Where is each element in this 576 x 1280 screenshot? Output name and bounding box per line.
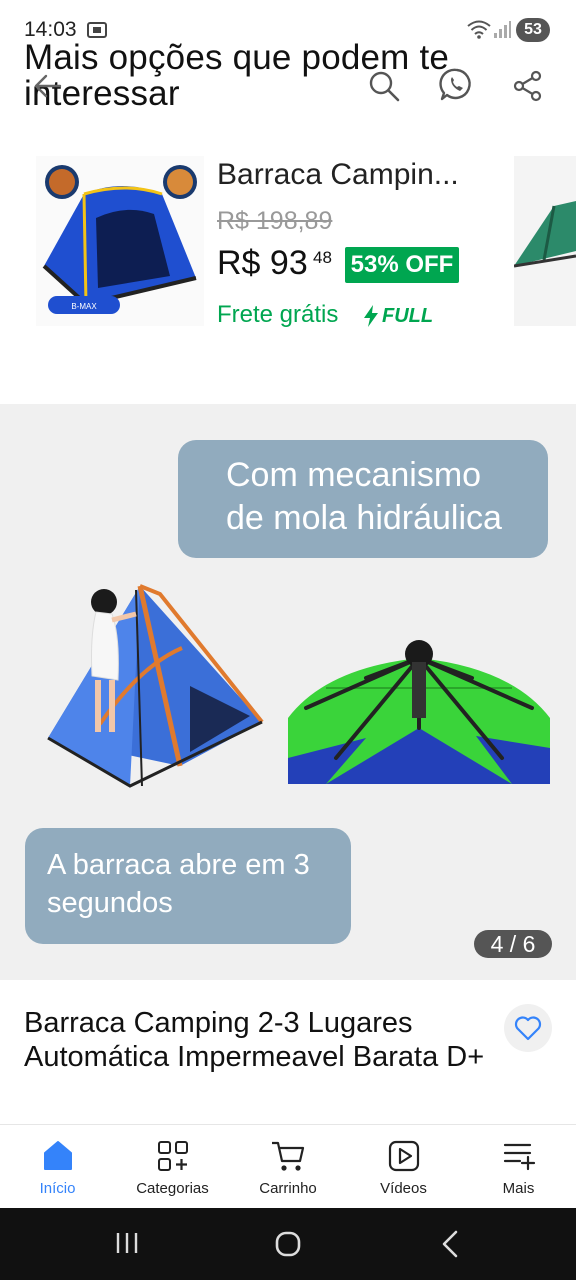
nav-label-carrinho: Carrinho: [259, 1180, 317, 1197]
image-counter: 4 / 6: [474, 930, 552, 958]
full-label: FULL: [382, 304, 434, 327]
product-image-gallery[interactable]: Com mecanismo de mola hidráulica A barra…: [0, 404, 576, 980]
tent-product-image: B-MAX: [36, 156, 204, 326]
original-price: R$ 198,89: [217, 207, 333, 235]
full-badge: FULL: [362, 301, 433, 331]
product-title: Barraca Camping 2-3 Lugares Automática I…: [24, 1007, 485, 1073]
nav-label-categorias: Categorias: [136, 1180, 209, 1197]
system-back-icon[interactable]: [438, 1229, 462, 1259]
hydraulic-mechanism-image: [288, 640, 550, 784]
bottom-navigation: Início Categorias Carrinho Vídeos Mais: [0, 1124, 576, 1208]
home-icon: [43, 1141, 72, 1170]
back-arrow-icon[interactable]: [30, 68, 66, 104]
caption-mechanism-line2: de mola hidráulica: [226, 499, 502, 537]
home-button-icon[interactable]: [274, 1230, 302, 1258]
nav-item-carrinho[interactable]: Carrinho: [230, 1125, 346, 1209]
signal-icon: [494, 21, 511, 38]
menu-plus-icon: [503, 1143, 535, 1171]
nav-item-videos[interactable]: Vídeos: [346, 1125, 461, 1209]
whatsapp-share-icon[interactable]: [438, 66, 476, 104]
brand-logo-text: B-MAX: [71, 302, 97, 311]
girl-opening-tent-image: [47, 584, 264, 788]
heart-icon: [514, 1016, 542, 1041]
caption-bubble-opening: A barraca abre em 3 segundos: [25, 828, 351, 944]
lightning-icon: [364, 305, 378, 327]
caption-opening-line1: A barraca abre em 3: [47, 849, 310, 881]
nav-item-categorias[interactable]: Categorias: [115, 1125, 230, 1209]
caption-opening-line2: segundos: [47, 887, 173, 919]
nav-label-mais: Mais: [502, 1180, 535, 1197]
current-price-cents: 48: [313, 248, 332, 267]
system-navigation-bar: [0, 1208, 576, 1280]
cart-icon: [272, 1141, 305, 1171]
wifi-icon: [467, 20, 491, 39]
current-price: R$ 93: [217, 244, 308, 282]
share-icon[interactable]: [510, 68, 546, 104]
nav-label-inicio: Início: [39, 1180, 76, 1197]
categories-icon: [157, 1141, 188, 1171]
favorite-button[interactable]: [504, 1004, 552, 1052]
recent-apps-icon[interactable]: [114, 1230, 140, 1256]
video-icon: [388, 1140, 419, 1172]
recommended-product-name[interactable]: Barraca Campin...: [217, 158, 459, 192]
nav-item-mais[interactable]: Mais: [461, 1125, 576, 1209]
nav-label-videos: Vídeos: [380, 1180, 427, 1197]
nav-item-inicio[interactable]: Início: [0, 1125, 115, 1209]
search-icon[interactable]: [366, 68, 402, 104]
discount-badge: 53% OFF: [345, 247, 459, 283]
caption-mechanism-line1: Com mecanismo: [226, 456, 482, 494]
caption-bubble-mechanism: Com mecanismo de mola hidráulica: [178, 440, 548, 558]
next-product-image[interactable]: [514, 156, 576, 326]
free-shipping-label: Frete grátis: [217, 301, 339, 328]
battery-indicator: 53: [516, 18, 550, 42]
